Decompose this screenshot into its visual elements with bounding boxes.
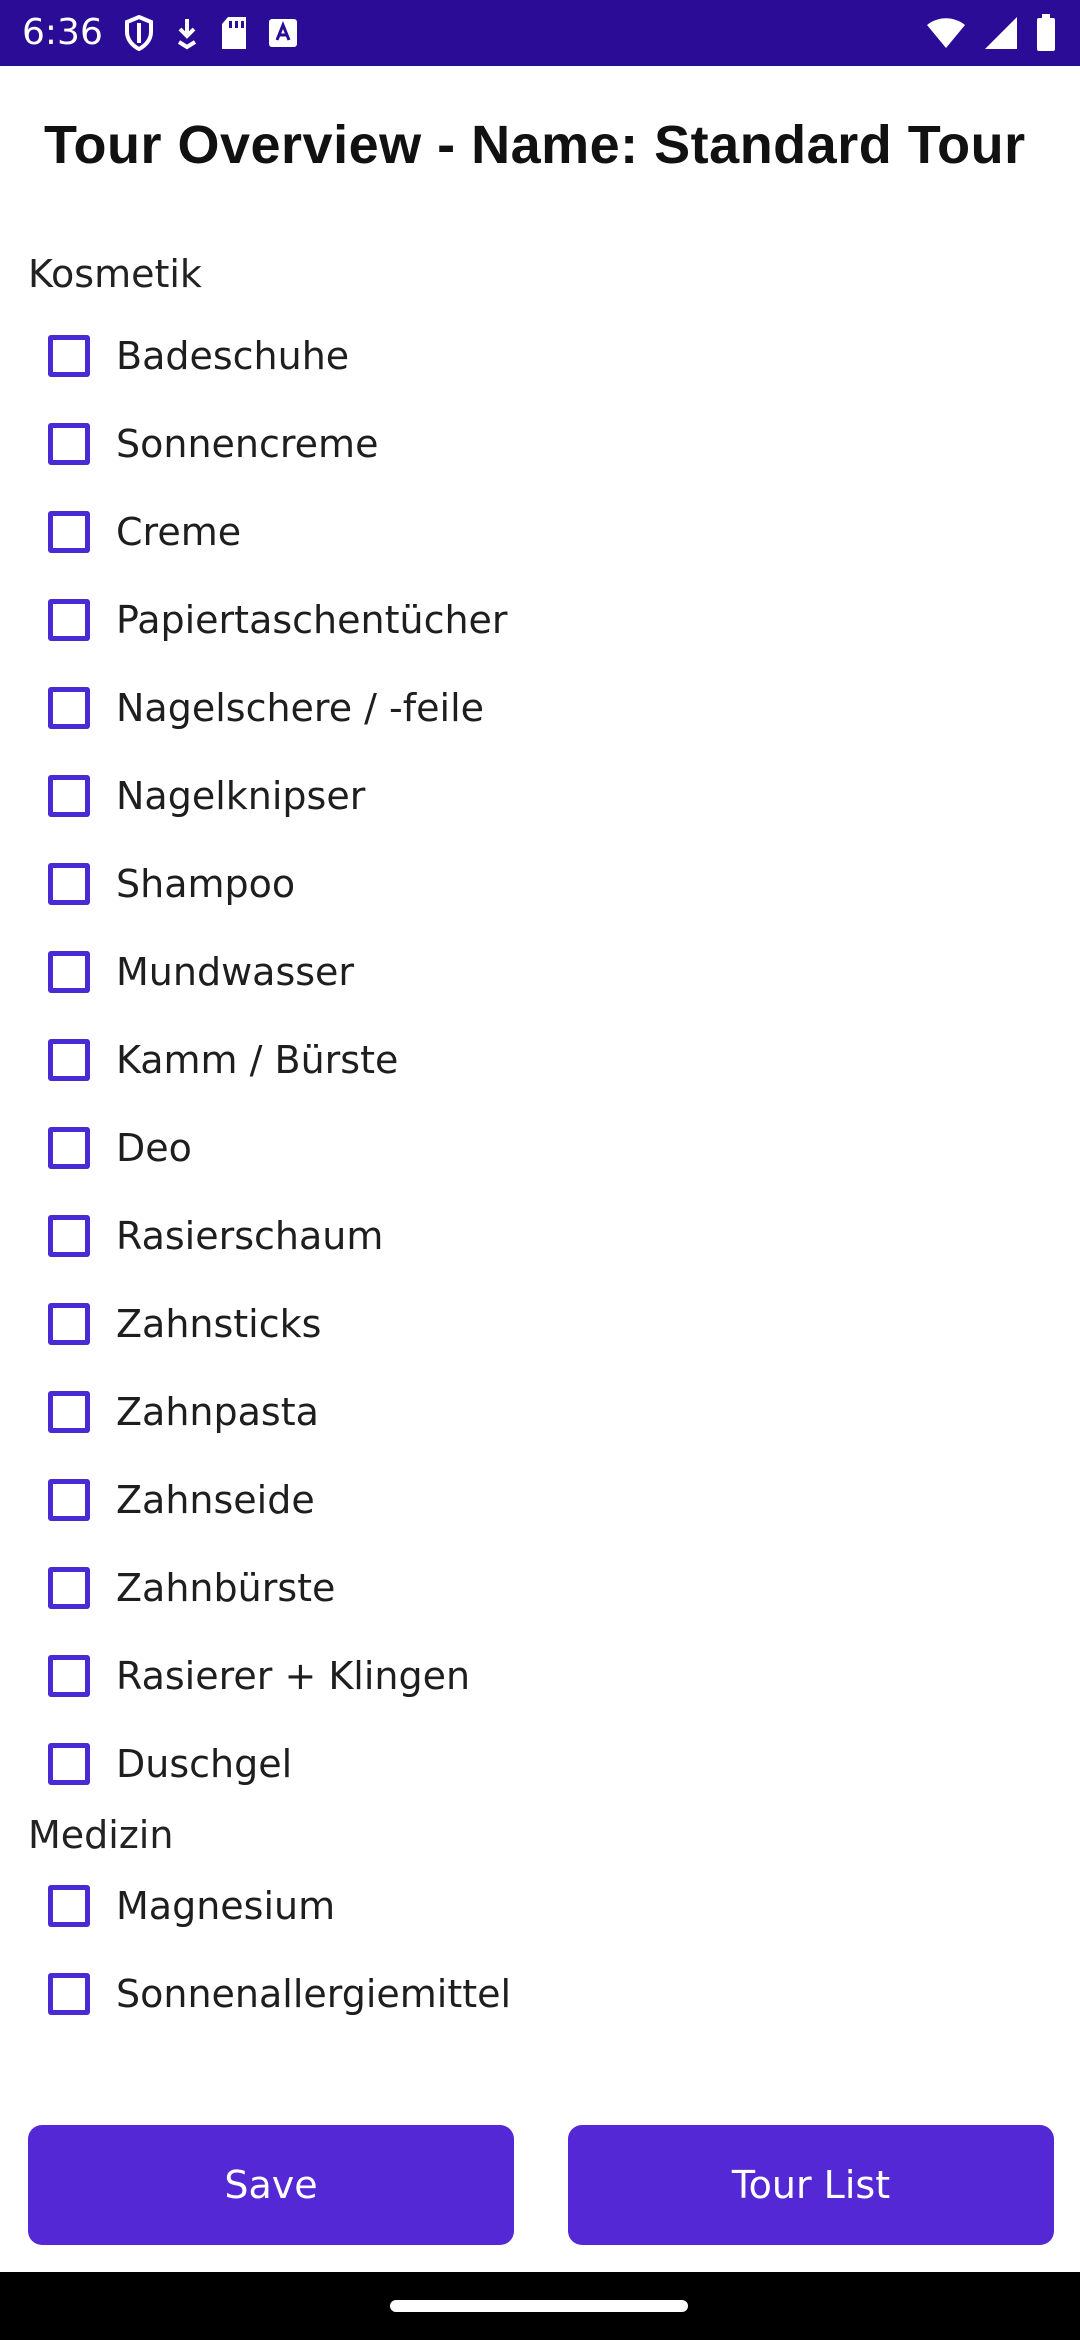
item-label: Zahnbürste bbox=[116, 1566, 336, 1610]
list-item[interactable]: Shampoo bbox=[0, 840, 1080, 928]
checkbox[interactable] bbox=[48, 775, 90, 817]
list-item[interactable]: Sonnencreme bbox=[0, 400, 1080, 488]
checkbox[interactable] bbox=[48, 1215, 90, 1257]
page-title: Tour Overview - Name: Standard Tour bbox=[44, 115, 1026, 175]
home-gesture-handle[interactable] bbox=[390, 2300, 688, 2312]
status-bar: 6:36 bbox=[0, 0, 1080, 66]
checkbox[interactable] bbox=[48, 951, 90, 993]
list-item[interactable]: Zahnsticks bbox=[0, 1280, 1080, 1368]
list-item[interactable]: Zahnbürste bbox=[0, 1544, 1080, 1632]
checkbox[interactable] bbox=[48, 1391, 90, 1433]
shield-icon bbox=[124, 15, 154, 51]
item-label: Creme bbox=[116, 510, 242, 554]
list-item[interactable]: Rasierer + Klingen bbox=[0, 1632, 1080, 1720]
list-item[interactable]: Nagelknipser bbox=[0, 752, 1080, 840]
checkbox[interactable] bbox=[48, 1743, 90, 1785]
checkbox[interactable] bbox=[48, 863, 90, 905]
status-icons-left bbox=[124, 14, 298, 52]
list-item[interactable]: Zahnseide bbox=[0, 1456, 1080, 1544]
item-label: Duschgel bbox=[116, 1742, 293, 1786]
signal-icon bbox=[984, 16, 1018, 50]
item-label: Rasierer + Klingen bbox=[116, 1654, 471, 1698]
item-label: Magnesium bbox=[116, 1884, 336, 1928]
checkbox[interactable] bbox=[48, 1039, 90, 1081]
list-item[interactable]: Sonnenallergiemittel bbox=[0, 1950, 1080, 2038]
item-label: Nagelschere / -feile bbox=[116, 686, 485, 730]
download-icon bbox=[174, 16, 200, 50]
checkbox[interactable] bbox=[48, 335, 90, 377]
item-label: Zahnseide bbox=[116, 1478, 315, 1522]
list-item[interactable]: Rasierschaum bbox=[0, 1192, 1080, 1280]
item-label: Papiertaschentücher bbox=[116, 598, 508, 642]
section-label-medizin: Medizin bbox=[28, 1813, 174, 1857]
checkbox[interactable] bbox=[48, 1885, 90, 1927]
section-label-kosmetik: Kosmetik bbox=[28, 252, 202, 296]
status-icons-right bbox=[926, 12, 1056, 54]
item-label: Shampoo bbox=[116, 862, 296, 906]
item-label: Sonnencreme bbox=[116, 422, 379, 466]
font-a-icon bbox=[268, 18, 298, 48]
checkbox[interactable] bbox=[48, 1655, 90, 1697]
checkbox[interactable] bbox=[48, 1127, 90, 1169]
item-label: Zahnsticks bbox=[116, 1302, 322, 1346]
list-item[interactable]: Papiertaschentücher bbox=[0, 576, 1080, 664]
item-label: Zahnpasta bbox=[116, 1390, 319, 1434]
checkbox[interactable] bbox=[48, 423, 90, 465]
checkbox[interactable] bbox=[48, 599, 90, 641]
list-item[interactable]: Mundwasser bbox=[0, 928, 1080, 1016]
checkbox[interactable] bbox=[48, 511, 90, 553]
item-label: Badeschuhe bbox=[116, 334, 350, 378]
item-label: Sonnenallergiemittel bbox=[116, 1972, 512, 2016]
checkbox[interactable] bbox=[48, 1303, 90, 1345]
list-item[interactable]: Deo bbox=[0, 1104, 1080, 1192]
save-button[interactable]: Save bbox=[28, 2125, 514, 2245]
sd-card-icon bbox=[220, 16, 248, 50]
checkbox[interactable] bbox=[48, 1567, 90, 1609]
list-item[interactable]: Creme bbox=[0, 488, 1080, 576]
checkbox[interactable] bbox=[48, 1479, 90, 1521]
list-item[interactable]: Magnesium bbox=[0, 1862, 1080, 1950]
status-time: 6:36 bbox=[22, 12, 103, 53]
item-label: Nagelknipser bbox=[116, 774, 366, 818]
item-label: Kamm / Bürste bbox=[116, 1038, 399, 1082]
tour-item-list: Kosmetik Badeschuhe Sonnencreme Creme Pa… bbox=[0, 236, 1080, 2038]
list-item[interactable]: Kamm / Bürste bbox=[0, 1016, 1080, 1104]
list-item[interactable]: Nagelschere / -feile bbox=[0, 664, 1080, 752]
wifi-icon bbox=[926, 17, 966, 49]
item-label: Mundwasser bbox=[116, 950, 355, 994]
list-item[interactable]: Badeschuhe bbox=[0, 312, 1080, 400]
list-item[interactable]: Zahnpasta bbox=[0, 1368, 1080, 1456]
item-label: Rasierschaum bbox=[116, 1214, 384, 1258]
checkbox[interactable] bbox=[48, 687, 90, 729]
checkbox[interactable] bbox=[48, 1973, 90, 2015]
item-label: Deo bbox=[116, 1126, 192, 1170]
battery-icon bbox=[1036, 14, 1056, 52]
tour-list-button[interactable]: Tour List bbox=[568, 2125, 1054, 2245]
list-item[interactable]: Duschgel bbox=[0, 1720, 1080, 1808]
